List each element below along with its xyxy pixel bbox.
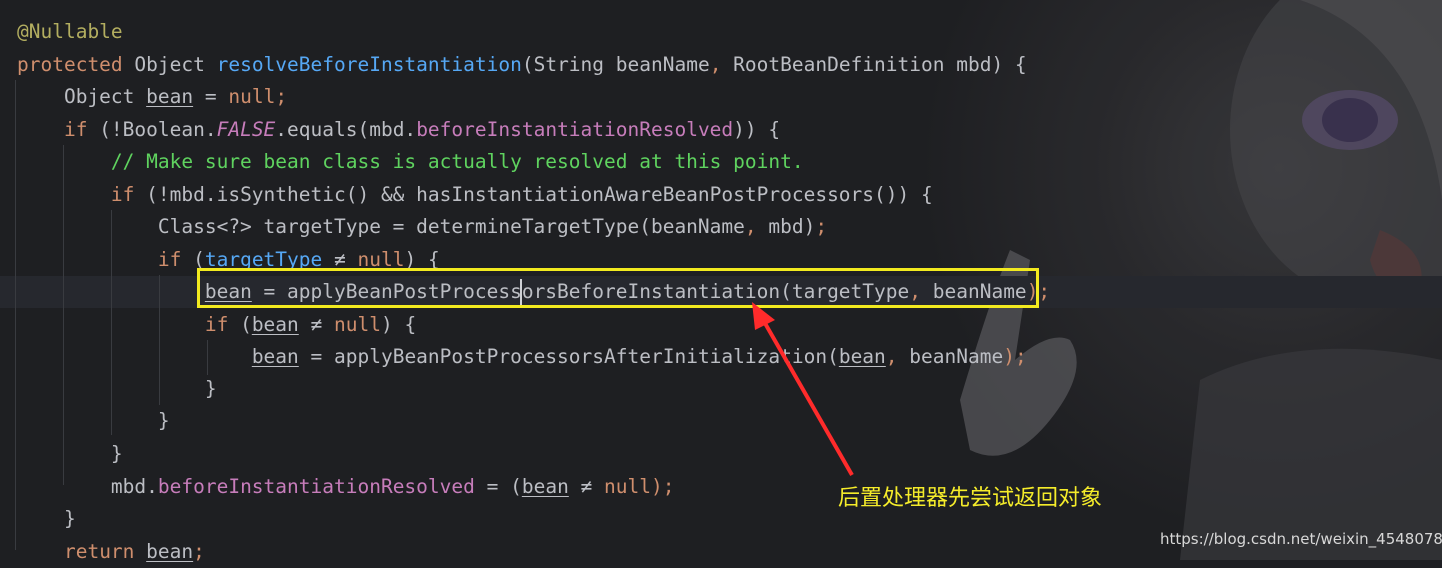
arrow-icon	[752, 302, 854, 476]
code-editor[interactable]: @Nullable protected Object resolveBefore…	[0, 0, 1442, 563]
watermark: https://blog.csdn.net/weixin_45480785	[1160, 530, 1442, 548]
annotation-text: 后置处理器先尝试返回对象	[838, 486, 1103, 511]
